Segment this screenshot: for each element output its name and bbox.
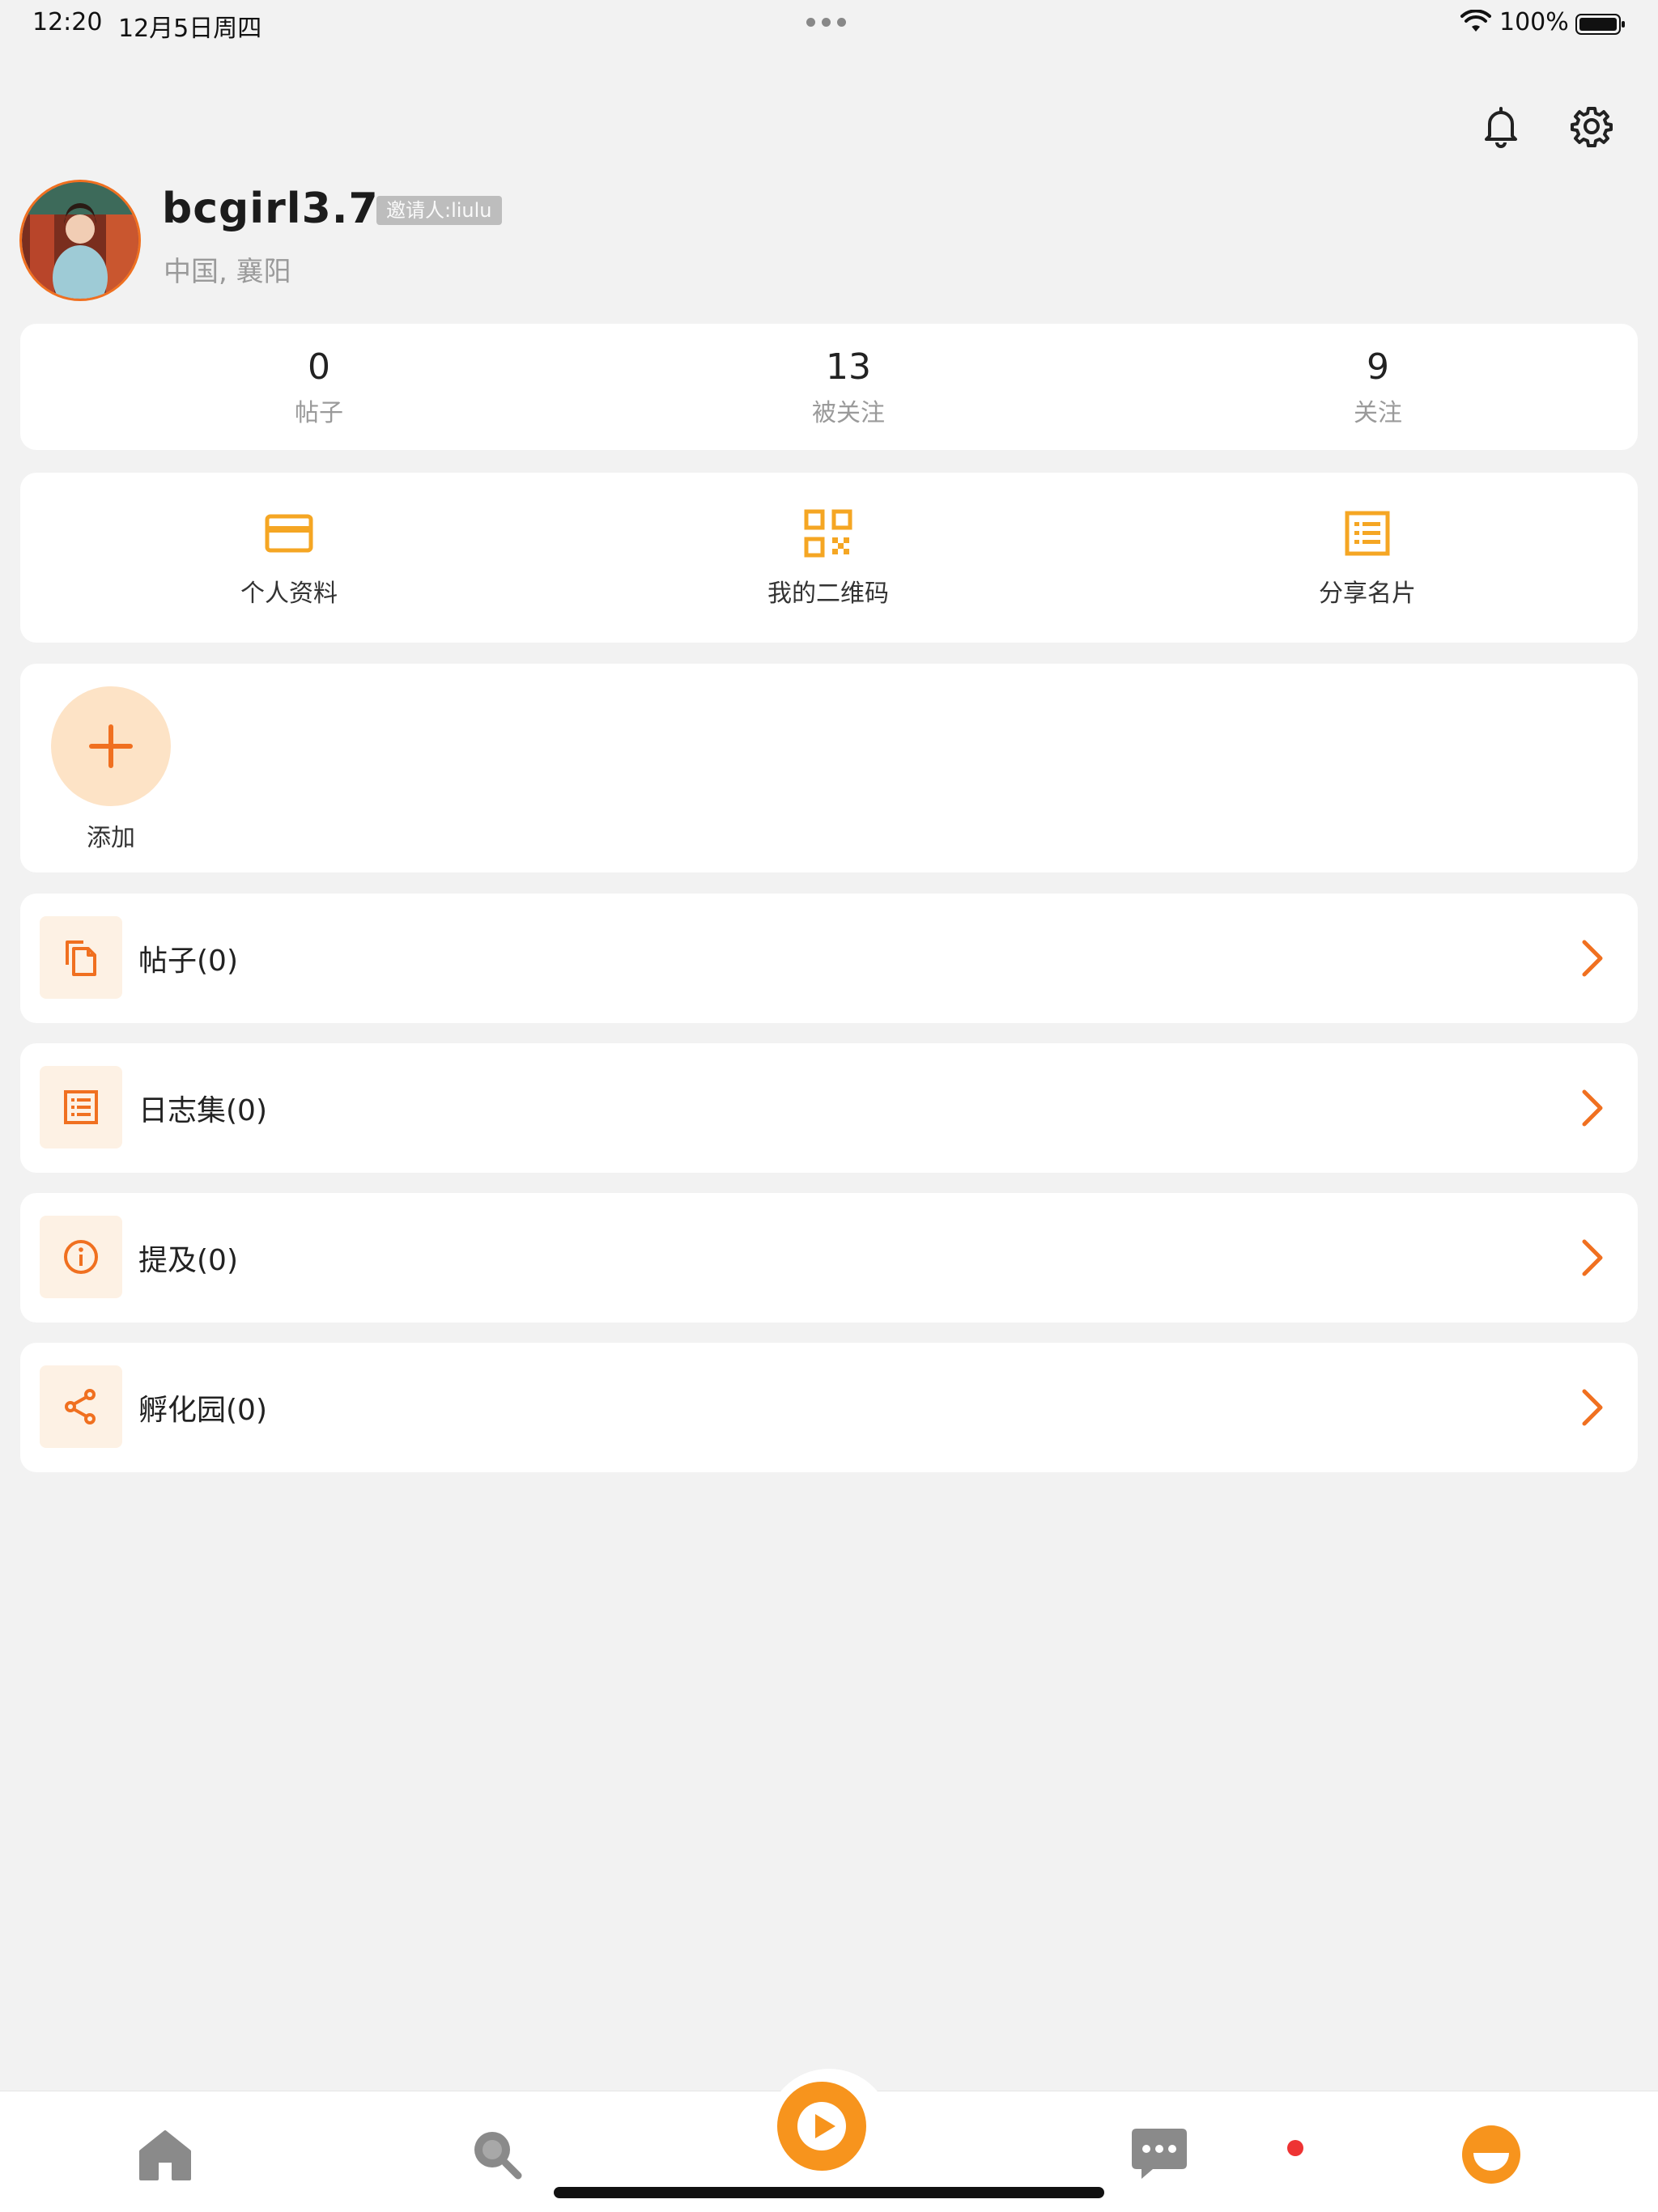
menu-row-incubator[interactable]: 孵化园(0): [20, 1343, 1638, 1472]
menu-row-mentions[interactable]: 提及(0): [20, 1193, 1638, 1323]
menu-icon-box: [40, 1216, 122, 1298]
list-icon: [64, 1090, 98, 1124]
wifi-icon: [1460, 10, 1491, 32]
avatar[interactable]: [19, 180, 141, 301]
plus-icon: [89, 724, 133, 768]
my-qr-code-label: 我的二维码: [767, 580, 889, 608]
stat-followers-label: 被关注: [812, 399, 885, 427]
bell-icon[interactable]: [1477, 102, 1525, 151]
chevron-right-icon: [1582, 1239, 1603, 1276]
card-icon: [265, 514, 313, 553]
menu-icon-box: [40, 1365, 122, 1448]
add-label: 添加: [87, 824, 135, 852]
stat-followers[interactable]: 13 被关注: [727, 324, 970, 428]
stat-followers-value: 13: [826, 346, 871, 388]
quick-actions-card: 个人资料 我的二维码 分享名片: [20, 473, 1638, 643]
menu-icon-box: [40, 1066, 122, 1148]
share-icon: [65, 1389, 96, 1424]
status-bar: 12:20 12月5日周四 100%: [0, 0, 1658, 49]
profile-icon[interactable]: [1460, 2124, 1522, 2185]
status-time: 12:20: [32, 8, 103, 36]
my-qr-code-button[interactable]: 我的二维码: [699, 473, 958, 609]
chevron-right-icon: [1582, 940, 1603, 977]
chevron-right-icon: [1582, 1389, 1603, 1426]
play-button[interactable]: [777, 2082, 866, 2171]
stat-posts-label: 帖子: [295, 399, 343, 427]
chat-icon[interactable]: [1129, 2124, 1190, 2185]
play-icon: [797, 2102, 846, 2150]
stat-posts-value: 0: [308, 346, 330, 388]
menu-mentions-label: 提及(0): [138, 1244, 238, 1277]
home-icon[interactable]: [134, 2124, 196, 2185]
qr-code-icon: [804, 509, 852, 558]
inviter-badge: 邀请人:liulu: [376, 196, 502, 225]
search-icon[interactable]: [466, 2124, 528, 2185]
share-card-button[interactable]: 分享名片: [1238, 473, 1497, 609]
profile-info-button[interactable]: 个人资料: [159, 473, 419, 609]
menu-row-posts[interactable]: 帖子(0): [20, 894, 1638, 1023]
avatar-image: [22, 182, 138, 299]
multitask-dots-icon[interactable]: [806, 18, 846, 27]
status-date: 12月5日周四: [118, 15, 262, 43]
menu-icon-box: [40, 916, 122, 999]
add-card: 添加: [20, 664, 1638, 872]
battery-percent: 100%: [1499, 8, 1569, 36]
copy-icon: [66, 940, 96, 976]
add-button[interactable]: [51, 686, 171, 806]
menu-posts-label: 帖子(0): [138, 945, 238, 978]
stat-following-label: 关注: [1354, 399, 1402, 427]
battery-icon: [1575, 14, 1625, 35]
info-icon: [64, 1240, 98, 1274]
tab-bar: [0, 2069, 1658, 2212]
username: bcgirl3.7: [162, 185, 379, 233]
home-indicator: [554, 2187, 1104, 2198]
stats-card: 0 帖子 13 被关注 9 关注: [20, 324, 1638, 450]
location: 中国, 襄阳: [164, 256, 291, 288]
share-card-label: 分享名片: [1319, 580, 1416, 608]
stat-following[interactable]: 9 关注: [1256, 324, 1499, 428]
menu-row-journals[interactable]: 日志集(0): [20, 1043, 1638, 1173]
chevron-right-icon: [1582, 1089, 1603, 1127]
stat-posts[interactable]: 0 帖子: [198, 324, 440, 428]
menu-journals-label: 日志集(0): [138, 1094, 267, 1127]
list-card-icon: [1345, 511, 1390, 556]
menu-incubator-label: 孵化园(0): [138, 1394, 267, 1427]
profile-info-label: 个人资料: [240, 580, 338, 608]
gear-icon[interactable]: [1567, 102, 1616, 151]
notification-dot: [1287, 2140, 1303, 2156]
stat-following-value: 9: [1367, 346, 1389, 388]
